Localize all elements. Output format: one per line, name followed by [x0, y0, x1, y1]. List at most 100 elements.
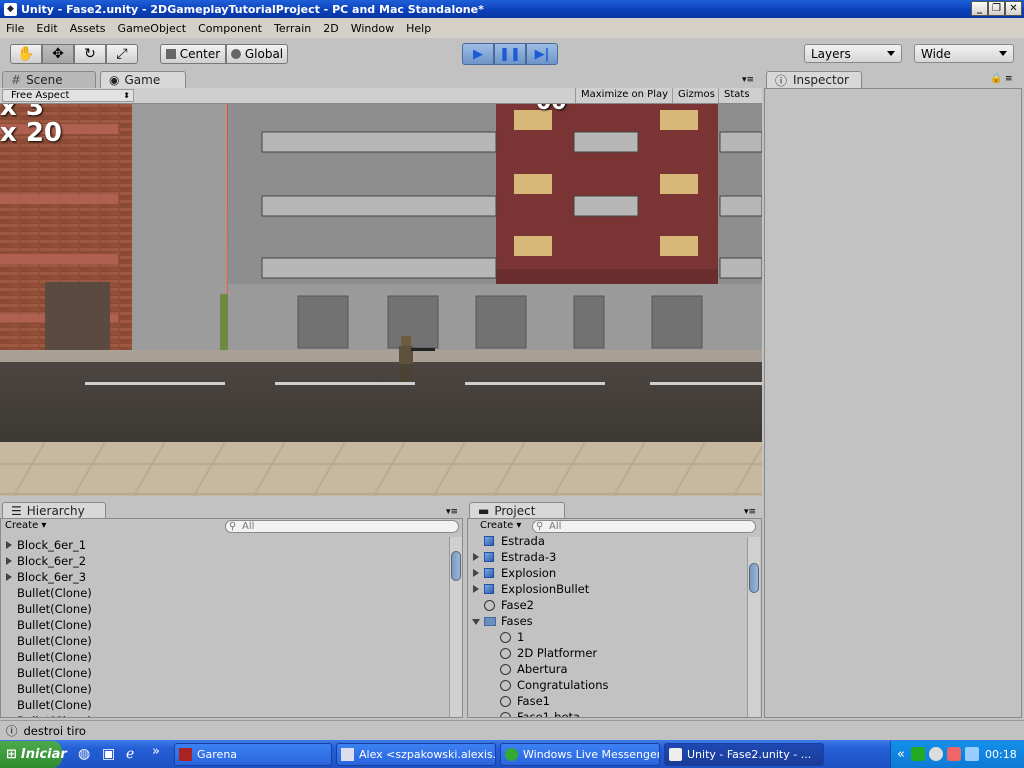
- tray-app-icon[interactable]: [911, 747, 925, 761]
- menu-assets[interactable]: Assets: [64, 22, 112, 35]
- tab-hierarchy[interactable]: ☰ Hierarchy: [2, 502, 106, 519]
- project-item[interactable]: Estrada: [468, 533, 748, 549]
- hierarchy-item[interactable]: Bullet(Clone): [1, 649, 449, 665]
- hierarchy-item[interactable]: Block_6er_2: [1, 553, 449, 569]
- clock: 00:18: [985, 748, 1017, 761]
- close-button[interactable]: ✕: [1005, 1, 1022, 16]
- expand-arrow-icon[interactable]: [473, 585, 479, 593]
- project-item[interactable]: 1: [468, 629, 748, 645]
- aspect-dropdown[interactable]: Free Aspect ⬍: [2, 89, 134, 102]
- project-item[interactable]: Abertura: [468, 661, 748, 677]
- tray-expand-button[interactable]: «: [897, 747, 905, 762]
- expand-arrow-icon[interactable]: [473, 569, 479, 577]
- menu-file[interactable]: File: [0, 22, 30, 35]
- task-unity[interactable]: Unity - Fase2.unity - ...: [664, 743, 824, 766]
- project-create-dropdown[interactable]: Create ▾: [480, 520, 521, 531]
- pause-button[interactable]: ❚❚: [494, 43, 526, 65]
- expand-arrow-icon[interactable]: [6, 557, 12, 565]
- hierarchy-item[interactable]: Bullet(Clone): [1, 665, 449, 681]
- expand-arrow-icon[interactable]: [6, 573, 12, 581]
- step-button[interactable]: ▶|: [526, 43, 558, 65]
- project-item-label: Estrada-3: [501, 550, 557, 564]
- hierarchy-item[interactable]: Bullet(Clone): [1, 617, 449, 633]
- scroll-thumb[interactable]: [451, 551, 461, 581]
- quicklaunch-more-button[interactable]: »: [152, 744, 160, 759]
- panel-menu-icon[interactable]: ▾≡: [744, 507, 756, 517]
- list-icon: ☰: [11, 504, 22, 518]
- hierarchy-item[interactable]: Bullet(Clone): [1, 697, 449, 713]
- hierarchy-item[interactable]: Bullet(Clone): [1, 601, 449, 617]
- menu-gameobject[interactable]: GameObject: [112, 22, 193, 35]
- game-viewport[interactable]: x 3 x 20 00: [0, 104, 762, 496]
- project-item[interactable]: Congratulations: [468, 677, 748, 693]
- project-item-label: Abertura: [517, 662, 568, 676]
- maximize-on-play-toggle[interactable]: Maximize on Play: [575, 88, 673, 103]
- game-view-toolbar: Free Aspect ⬍ Maximize on Play Gizmos St…: [0, 88, 762, 104]
- panel-menu-icon[interactable]: ≡: [1005, 74, 1013, 84]
- project-item[interactable]: Estrada-3: [468, 549, 748, 565]
- layout-dropdown[interactable]: Wide: [914, 44, 1014, 63]
- tab-project[interactable]: ▬ Project: [469, 502, 565, 519]
- gizmos-toggle[interactable]: Gizmos: [672, 88, 720, 103]
- hand-tool-icon[interactable]: ✋: [10, 44, 42, 64]
- expand-arrow-icon[interactable]: [6, 541, 12, 549]
- play-button[interactable]: ▶: [462, 43, 494, 65]
- rotate-tool-icon[interactable]: ↻: [74, 44, 106, 64]
- project-item[interactable]: Explosion: [468, 565, 748, 581]
- collapse-arrow-icon[interactable]: [472, 619, 480, 625]
- project-item[interactable]: Fases: [468, 613, 748, 629]
- hierarchy-item[interactable]: Bullet(Clone): [1, 633, 449, 649]
- tray-messenger-icon[interactable]: [947, 747, 961, 761]
- menu-2d[interactable]: 2D: [317, 22, 344, 35]
- scroll-thumb[interactable]: [749, 563, 759, 593]
- tab-scene[interactable]: # Scene: [2, 71, 96, 88]
- folder-icon: [484, 617, 496, 626]
- scale-tool-icon[interactable]: ⤢: [106, 44, 138, 64]
- task-messenger[interactable]: Windows Live Messenger: [500, 743, 660, 766]
- minimize-button[interactable]: _: [971, 1, 988, 16]
- menu-edit[interactable]: Edit: [30, 22, 63, 35]
- project-search-input[interactable]: ⚲ All: [532, 520, 756, 533]
- panel-menu-icon[interactable]: ▾≡: [446, 507, 458, 517]
- hierarchy-item[interactable]: Bullet(Clone): [1, 585, 449, 601]
- hierarchy-item[interactable]: Bullet(Clone): [1, 681, 449, 697]
- start-button[interactable]: ⊞ Iniciar: [0, 741, 67, 768]
- hierarchy-item-label: Bullet(Clone): [17, 682, 92, 696]
- project-item[interactable]: 2D Platformer: [468, 645, 748, 661]
- hierarchy-item[interactable]: Block_6er_3: [1, 569, 449, 585]
- firefox-icon[interactable]: ◍: [78, 746, 90, 762]
- project-item[interactable]: Fase1: [468, 693, 748, 709]
- project-scrollbar[interactable]: [747, 537, 760, 717]
- pivot-global-button[interactable]: Global: [226, 44, 288, 64]
- hierarchy-search-input[interactable]: ⚲ All: [225, 520, 459, 533]
- hierarchy-item-label: Bullet(Clone): [17, 713, 92, 717]
- project-item[interactable]: Fase2: [468, 597, 748, 613]
- tray-monitor-icon[interactable]: [965, 747, 979, 761]
- restore-button[interactable]: ❐: [988, 1, 1005, 16]
- internet-explorer-icon[interactable]: ℯ: [126, 746, 134, 762]
- hierarchy-item[interactable]: Block_6er_1: [1, 537, 449, 553]
- media-player-icon[interactable]: ▣: [102, 746, 115, 762]
- project-item[interactable]: ExplosionBullet: [468, 581, 748, 597]
- stats-toggle[interactable]: Stats: [718, 88, 755, 103]
- scene-icon: [484, 600, 495, 611]
- menu-help[interactable]: Help: [400, 22, 437, 35]
- menu-terrain[interactable]: Terrain: [268, 22, 317, 35]
- task-email[interactable]: Alex <szpakowski.alexis...: [336, 743, 496, 766]
- pivot-center-button[interactable]: Center: [160, 44, 226, 64]
- tab-game[interactable]: ◉ Game: [100, 71, 186, 88]
- lock-icon[interactable]: 🔒: [990, 73, 1002, 84]
- expand-arrow-icon[interactable]: [473, 553, 479, 561]
- hierarchy-item[interactable]: Bullet(Clone): [1, 713, 449, 717]
- task-garena[interactable]: Garena: [174, 743, 332, 766]
- move-tool-icon[interactable]: ✥: [42, 44, 74, 64]
- panel-menu-icon[interactable]: ▾≡: [742, 75, 754, 85]
- hierarchy-create-dropdown[interactable]: Create ▾: [5, 520, 46, 531]
- tray-network-icon[interactable]: [929, 747, 943, 761]
- menu-window[interactable]: Window: [345, 22, 400, 35]
- layers-dropdown[interactable]: Layers: [804, 44, 902, 63]
- project-item[interactable]: Fase1-beta: [468, 709, 748, 717]
- menu-component[interactable]: Component: [192, 22, 268, 35]
- hierarchy-scrollbar[interactable]: [449, 537, 462, 717]
- tab-inspector[interactable]: ⓘ Inspector: [766, 71, 862, 88]
